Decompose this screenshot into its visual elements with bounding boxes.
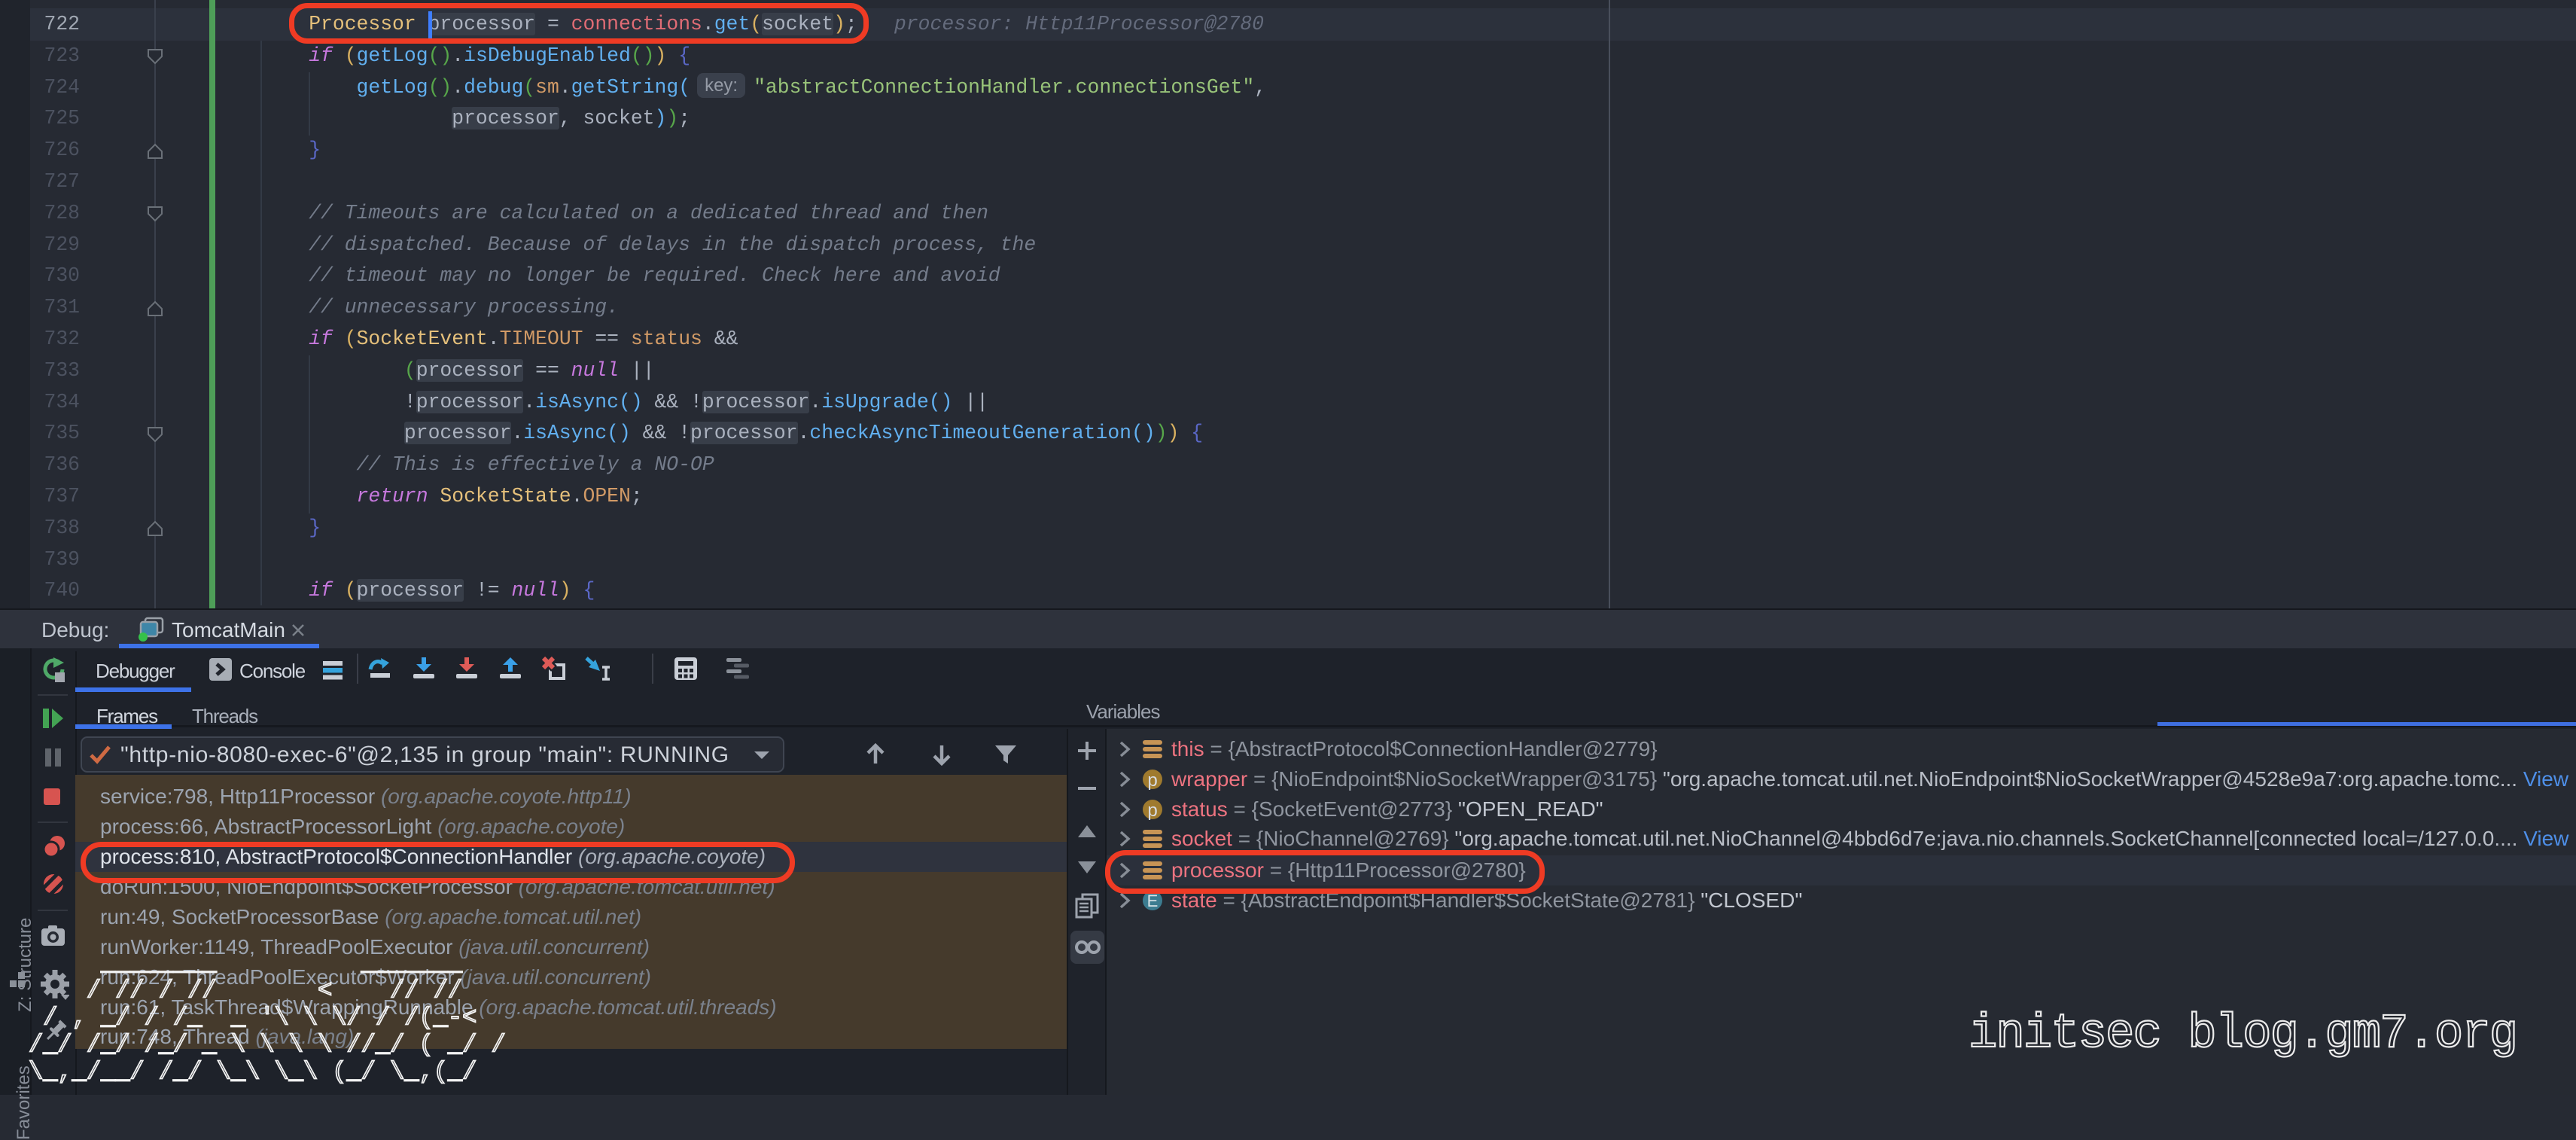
- svg-text:p: p: [1147, 770, 1157, 790]
- svg-text:E: E: [1147, 892, 1159, 910]
- svg-text:p: p: [1147, 800, 1157, 820]
